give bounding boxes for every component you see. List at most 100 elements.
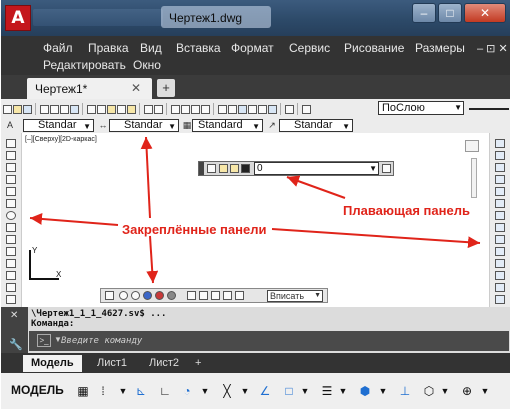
minimize-button[interactable]: – — [412, 3, 436, 23]
wrench-icon[interactable]: 🔧 — [9, 338, 23, 351]
quick-access-toolbar[interactable] — [33, 9, 163, 26]
dynamic-ucs-icon[interactable]: □ — [283, 385, 295, 397]
viewcube-icon[interactable] — [465, 140, 479, 152]
make-block-icon[interactable] — [6, 271, 16, 280]
insert-block-icon[interactable] — [6, 259, 16, 268]
text-style-icon[interactable]: A — [5, 120, 15, 131]
3d-osnap-icon[interactable]: ⬢ — [359, 385, 371, 397]
document-window-controls[interactable]: – ⊡ ✕ — [477, 42, 508, 55]
command-prompt-icon[interactable]: >_ — [37, 334, 51, 347]
chevron-down-icon[interactable]: ▼ — [377, 385, 389, 397]
lineweight-preview[interactable] — [469, 108, 509, 110]
lightbulb-icon[interactable] — [219, 164, 228, 173]
print-icon[interactable] — [40, 104, 49, 114]
close-icon[interactable]: ✕ — [10, 310, 18, 321]
table-icon[interactable] — [6, 295, 16, 304]
viewport-scale-combo[interactable]: Вписать ▼ — [267, 290, 323, 302]
realistic-icon[interactable] — [143, 291, 152, 300]
polygon-icon[interactable] — [6, 175, 16, 184]
help-icon[interactable] — [285, 104, 294, 114]
polar-icon[interactable]: ∟ — [159, 385, 171, 397]
zoom-window-icon[interactable] — [191, 104, 200, 114]
model-space-button[interactable]: МОДЕЛЬ — [11, 383, 64, 397]
add-layout-button[interactable]: + — [191, 355, 205, 372]
grid-icon[interactable]: ▦ — [77, 385, 89, 397]
ellipse-icon[interactable] — [6, 247, 16, 256]
file-tab-active[interactable]: Чертеж1* ✕ — [27, 78, 152, 99]
new-tab-button[interactable]: + — [157, 79, 175, 97]
visual-style-manager-icon[interactable] — [167, 291, 176, 300]
lineweight-icon[interactable]: ☰ — [321, 385, 333, 397]
offset-icon[interactable] — [495, 175, 505, 184]
chevron-down-icon[interactable]: ▼ — [117, 385, 129, 397]
color-combo[interactable]: ПоСлою ▼ — [378, 101, 464, 115]
tab-layout1[interactable]: Лист1 — [89, 355, 135, 372]
copy-icon[interactable] — [97, 104, 106, 114]
stretch-icon[interactable] — [495, 235, 505, 244]
layer-color-icon[interactable] — [241, 164, 250, 173]
cut-icon[interactable] — [87, 104, 96, 114]
construction-line-icon[interactable] — [6, 151, 16, 160]
move-icon[interactable] — [495, 199, 505, 208]
zoom-realtime-icon[interactable] — [181, 104, 190, 114]
paste-icon[interactable] — [107, 104, 116, 114]
isodraft-icon[interactable]: ◔ — [181, 385, 193, 397]
mleader-style-icon[interactable]: ↗ — [267, 120, 277, 131]
hatch-icon[interactable] — [6, 283, 16, 292]
chevron-down-icon[interactable]: ▼ — [439, 385, 451, 397]
spline-icon[interactable] — [6, 235, 16, 244]
ortho-icon[interactable]: ⊾ — [135, 385, 147, 397]
rotate-icon[interactable] — [495, 211, 505, 220]
table-style-icon[interactable]: ▦ — [182, 120, 192, 131]
block-editor-icon[interactable] — [127, 104, 136, 114]
conceptual-icon[interactable] — [155, 291, 164, 300]
tab-layout2[interactable]: Лист2 — [141, 355, 187, 372]
menu-tools[interactable]: Сервис — [289, 41, 330, 55]
copy-object-icon[interactable] — [495, 151, 505, 160]
menu-insert[interactable]: Вставка — [176, 41, 221, 55]
redo-icon[interactable] — [154, 104, 163, 114]
revision-cloud-icon[interactable] — [6, 223, 16, 232]
arc-icon[interactable] — [6, 199, 16, 208]
ucs-icon[interactable]: ⊥ — [399, 385, 411, 397]
sheet-set-icon[interactable] — [248, 104, 257, 114]
mleader-style-combo[interactable]: Standar ▼ — [279, 119, 353, 132]
floating-layers-panel[interactable]: 0 ▼ — [198, 161, 394, 176]
viewport-clip-icon[interactable] — [235, 291, 244, 300]
close-button[interactable]: ✕ — [464, 3, 506, 23]
chevron-down-icon[interactable]: ▼ — [239, 385, 251, 397]
viewport-icon[interactable] — [187, 291, 196, 300]
snap-icon[interactable]: ⁞ — [97, 385, 109, 397]
viewport-polygon-icon[interactable] — [211, 291, 220, 300]
pan-icon[interactable] — [171, 104, 180, 114]
menu-file[interactable]: Файл — [43, 41, 73, 55]
menu-format[interactable]: Формат — [231, 41, 274, 55]
circle-icon[interactable] — [6, 211, 16, 220]
command-line-handle[interactable]: ✕ 🔧 — [1, 307, 28, 353]
open-icon[interactable] — [13, 104, 22, 114]
close-icon[interactable]: ✕ — [131, 81, 141, 95]
gizmo-icon[interactable]: ⬡ — [423, 385, 435, 397]
viewport-controls-label[interactable]: [–][Сверху][2D-каркас] — [25, 136, 97, 143]
chevron-down-icon[interactable]: ▼ — [337, 385, 349, 397]
chevron-down-icon[interactable]: ▼ — [199, 385, 211, 397]
navigation-bar[interactable] — [471, 158, 477, 198]
drawing-canvas[interactable] — [1, 133, 510, 307]
match-properties-icon[interactable] — [117, 104, 126, 114]
menu-edit[interactable]: Правка — [88, 41, 129, 55]
layer-properties-icon[interactable] — [207, 164, 216, 173]
3d-wireframe-icon[interactable] — [119, 291, 128, 300]
explode-icon[interactable] — [495, 295, 505, 304]
trim-icon[interactable] — [495, 247, 505, 256]
zoom-previous-icon[interactable] — [201, 104, 210, 114]
layer-combo[interactable]: 0 ▼ — [254, 162, 379, 175]
dim-style-icon[interactable]: ↔ — [98, 120, 108, 131]
osnap-tracking-icon[interactable]: ╳ — [221, 385, 233, 397]
viewport-object-icon[interactable] — [223, 291, 232, 300]
save-icon[interactable] — [23, 104, 32, 114]
tool-palettes-icon[interactable] — [238, 104, 247, 114]
maximize-button[interactable]: □ — [438, 3, 462, 23]
polyline-icon[interactable] — [6, 163, 16, 172]
erase-icon[interactable] — [495, 139, 505, 148]
hidden-icon[interactable] — [131, 291, 140, 300]
